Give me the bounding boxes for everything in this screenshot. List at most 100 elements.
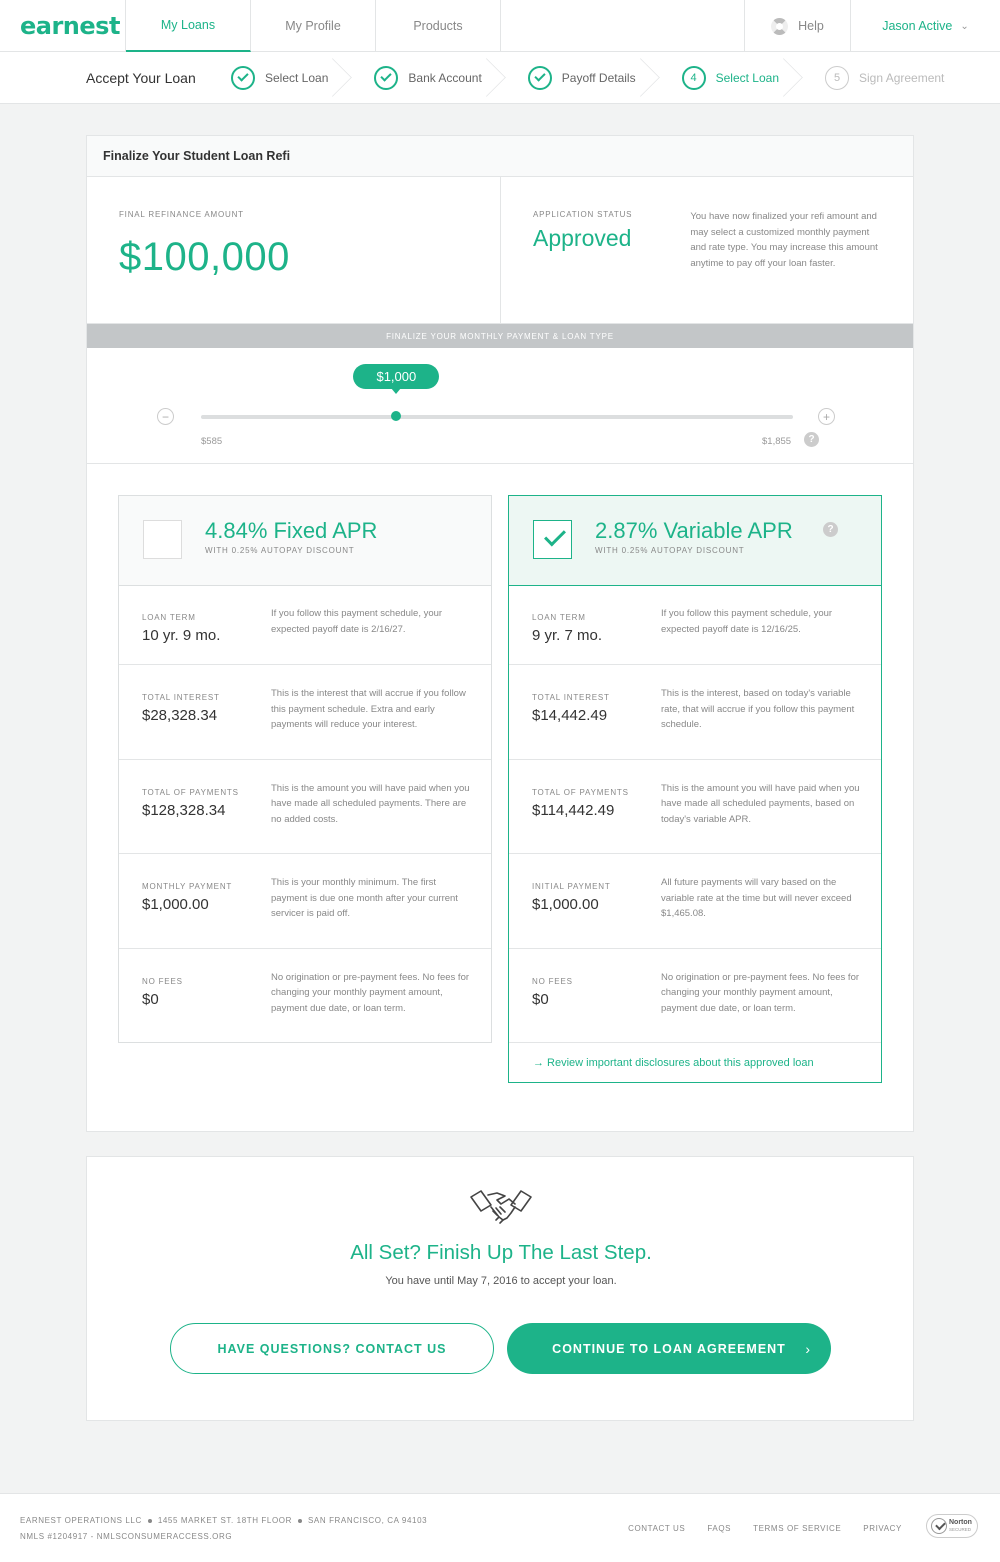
footer-link-faqs[interactable]: FAQs — [707, 1524, 731, 1533]
row-value: $0 — [142, 990, 159, 1008]
footer: Earnest Operations LLC 1455 Market St. 18… — [0, 1493, 1000, 1562]
loan-term-row: Loan Term 10 yr. 9 mo. If you follow thi… — [119, 586, 491, 665]
row-label: Loan Term — [532, 613, 586, 622]
help-icon[interactable]: ? — [804, 432, 819, 447]
monthly-payment-row: Monthly Payment $1,000.00 This is your m… — [119, 854, 491, 949]
step-select-loan[interactable]: Select Loan — [205, 52, 348, 104]
nav-tab-products[interactable]: Products — [376, 0, 501, 52]
nmls-link[interactable]: NMLS #1204917 - NMLSConsumerAccess.org — [20, 1532, 232, 1541]
row-left: Total of Payments $114,442.49 — [509, 781, 661, 854]
row-description: This is the amount you will have paid wh… — [661, 782, 860, 825]
continue-to-agreement-button[interactable]: Continue To Loan Agreement › — [507, 1323, 831, 1374]
chevron-down-icon: ⌄ — [960, 20, 969, 32]
step-label: Select Loan — [265, 70, 329, 85]
help-label: Help — [798, 19, 824, 33]
row-description: If you follow this payment schedule, you… — [271, 608, 443, 635]
separator-dot — [147, 1518, 152, 1523]
norton-secured-badge[interactable]: Norton SECURED — [926, 1514, 978, 1538]
cta-card: All Set? Finish Up The Last Step. You ha… — [86, 1156, 914, 1421]
refi-amount-label: Final Refinance Amount — [119, 210, 244, 219]
finalize-card: Finalize Your Student Loan Refi Final Re… — [86, 135, 914, 1132]
footer-link-privacy[interactable]: Privacy — [863, 1524, 902, 1533]
badge-text: Norton SECURED — [949, 1519, 972, 1533]
footer-link-terms[interactable]: Terms of Service — [753, 1524, 841, 1533]
help-icon[interactable]: ? — [823, 522, 838, 537]
variable-apr-checkbox[interactable] — [533, 520, 572, 559]
row-left: Loan Term 10 yr. 9 mo. — [119, 606, 271, 664]
option-subtitle: With 0.25% Autopay Discount — [595, 546, 745, 555]
row-left: Initial Payment $1,000.00 — [509, 875, 661, 948]
nav-tab-my-profile[interactable]: My Profile — [251, 0, 376, 52]
fixed-apr-checkbox[interactable] — [143, 520, 182, 559]
cta-title: All Set? Finish Up The Last Step. — [350, 1241, 652, 1264]
decrease-button[interactable]: − — [157, 408, 174, 425]
row-value: $28,328.34 — [142, 707, 218, 724]
row-value: $0 — [532, 990, 549, 1008]
check-circle-icon — [527, 65, 552, 90]
loan-term-row: Loan Term 9 yr. 7 mo. If you follow this… — [509, 586, 881, 665]
row-value: 10 yr. 9 mo. — [142, 627, 221, 644]
row-label: Total Interest — [532, 693, 610, 702]
user-menu[interactable]: Jason Active ⌄ — [851, 0, 1000, 52]
row-label: No Fees — [142, 976, 183, 986]
checkmark-icon — [931, 1518, 947, 1534]
slider-max-label: $1,855 — [762, 436, 792, 447]
row-description: If you follow this payment schedule, you… — [661, 608, 833, 635]
steps-title: Accept Your Loan — [86, 69, 196, 86]
row-left: No Fees $0 — [119, 970, 271, 1044]
handshake-icon — [470, 1190, 532, 1224]
card-title: Finalize Your Student Loan Refi — [87, 136, 913, 177]
row-value: $114,442.49 — [532, 801, 615, 819]
footer-link-contact[interactable]: Contact Us — [628, 1524, 685, 1533]
step-sign-agreement: 5 Sign Agreement — [799, 52, 964, 104]
row-label: No Fees — [532, 976, 573, 986]
separator-dot — [298, 1518, 302, 1523]
status-block: Application Status Approved You have now… — [501, 177, 913, 323]
nav-tab-my-loans[interactable]: My Loans — [126, 0, 251, 52]
slider-track[interactable] — [201, 415, 793, 419]
chevron-right-icon: › — [805, 1340, 811, 1357]
row-description: All future payments will vary based on t… — [661, 877, 852, 920]
status-group: Application Status Approved — [533, 210, 632, 323]
contact-us-button[interactable]: Have Questions? Contact Us — [170, 1323, 494, 1374]
check-circle-icon — [374, 65, 399, 90]
row-left: No Fees $0 — [509, 970, 661, 1043]
status-value: Approved — [533, 225, 632, 251]
increase-button[interactable]: + — [818, 408, 835, 425]
step-select-loan-current[interactable]: 4 Select Loan — [656, 52, 799, 104]
no-fees-row: No Fees $0 No origination or pre-payment… — [119, 949, 491, 1044]
footer-links: Contact Us FAQs Terms of Service Privacy — [628, 1524, 902, 1533]
slider-handle[interactable] — [391, 411, 402, 421]
row-left: Total Interest $14,442.49 — [509, 686, 661, 759]
lifebuoy-icon — [771, 17, 789, 35]
step-bank-account[interactable]: Bank Account — [348, 52, 501, 104]
step-payoff-details[interactable]: Payoff Details — [502, 52, 656, 104]
refi-amount-block: Final Refinance Amount $100,000 — [87, 177, 501, 323]
button-label: Have Questions? Contact Us — [217, 1341, 447, 1356]
fixed-apr-option[interactable]: 4.84% Fixed APR With 0.25% Autopay Disco… — [118, 495, 492, 1043]
cta-subtitle: You have until May 7, 2016 to accept you… — [385, 1275, 617, 1287]
step-label: Bank Account — [408, 70, 482, 85]
step-number: 5 — [825, 65, 849, 90]
row-description: This is your monthly minimum. The first … — [271, 877, 458, 920]
option-title: 4.84% Fixed APR — [205, 518, 378, 543]
row-value: 9 yr. 7 mo. — [532, 627, 603, 644]
step-label: Select Loan — [715, 70, 779, 85]
variable-apr-option[interactable]: 2.87% Variable APR With 0.25% Autopay Di… — [508, 495, 882, 1083]
disclosures-link[interactable]: → Review important disclosures about thi… — [509, 1043, 881, 1083]
row-left: Loan Term 9 yr. 7 mo. — [509, 606, 661, 664]
row-value: $128,328.34 — [142, 801, 226, 819]
total-payments-row: Total of Payments $128,328.34 This is th… — [119, 760, 491, 854]
row-label: Total of Payments — [142, 787, 239, 797]
total-interest-row: Total Interest $14,442.49 This is the in… — [509, 665, 881, 760]
total-interest-row: Total Interest $28,328.34 This is the in… — [119, 665, 491, 760]
row-description: This is the interest, based on today's v… — [661, 688, 855, 731]
row-label: Monthly Payment — [142, 882, 233, 891]
help-link[interactable]: Help — [744, 0, 851, 52]
row-value: $1,000.00 — [532, 896, 599, 913]
earnest-logo[interactable]: earnest — [0, 0, 126, 52]
total-payments-row: Total of Payments $114,442.49 This is th… — [509, 760, 881, 854]
row-description: This is the amount you will have paid wh… — [271, 782, 470, 825]
row-value: $14,442.49 — [532, 707, 608, 724]
